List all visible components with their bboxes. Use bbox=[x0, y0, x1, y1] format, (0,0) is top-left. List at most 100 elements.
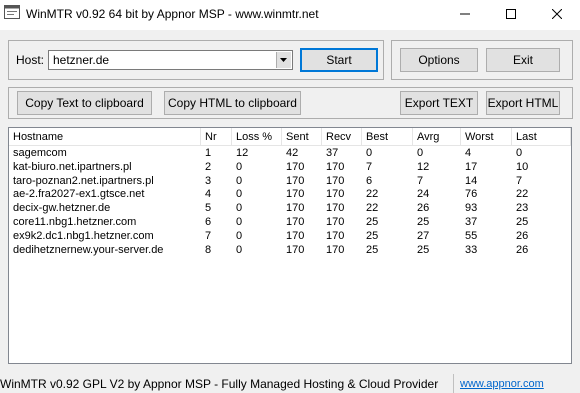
cell-loss: 0 bbox=[236, 174, 243, 187]
column-header-loss[interactable]: Loss % bbox=[232, 128, 282, 146]
host-label: Host: bbox=[16, 53, 45, 67]
start-button[interactable]: Start bbox=[300, 48, 378, 72]
cell-loss: 0 bbox=[236, 216, 243, 228]
app-icon bbox=[4, 5, 20, 19]
cell-avrg: 25 bbox=[417, 216, 430, 228]
cell-recv: 37 bbox=[326, 147, 339, 159]
cell-loss: 0 bbox=[236, 202, 243, 215]
cell-recv: 170 bbox=[326, 216, 345, 228]
cell-loss: 0 bbox=[236, 243, 243, 256]
table-row[interactable]: core11.nbg1.hetzner.com 6 0 170 170 25 25 37 25 bbox=[9, 216, 571, 229]
cell-last: 23 bbox=[516, 202, 529, 215]
cell-nr: 8 bbox=[205, 243, 212, 256]
column-header-best[interactable]: Best bbox=[362, 128, 413, 146]
cell-recv: 170 bbox=[326, 229, 345, 242]
cell-best: 25 bbox=[366, 216, 379, 228]
table-row[interactable]: kat-biuro.net.ipartners.pl 2 0 170 170 7 12 17 1… bbox=[9, 161, 571, 174]
cell-last: 10 bbox=[516, 160, 529, 173]
close-button[interactable] bbox=[534, 0, 580, 30]
host-combobox[interactable]: hetzner.de bbox=[48, 50, 293, 70]
table-row[interactable]: ae-2.fra2027-ex1.gtsce.net 4 0 170 170 22 24 76… bbox=[9, 188, 571, 201]
table-header: Hostname Nr Loss % Sent Recv Best Avrg W… bbox=[9, 128, 571, 146]
cell-avrg: 25 bbox=[417, 243, 430, 256]
cell-hostname: sagemcom bbox=[13, 147, 67, 159]
cell-avrg: 27 bbox=[417, 229, 430, 242]
cell-avrg: 7 bbox=[417, 174, 424, 187]
cell-hostname: decix-gw.hetzner.de bbox=[13, 202, 111, 215]
cell-loss: 0 bbox=[236, 188, 243, 201]
cell-sent: 170 bbox=[286, 202, 305, 215]
cell-loss: 0 bbox=[236, 229, 243, 242]
cell-recv: 170 bbox=[326, 243, 345, 256]
cell-last: 26 bbox=[516, 243, 529, 256]
cell-recv: 170 bbox=[326, 174, 345, 187]
host-input[interactable]: hetzner.de bbox=[53, 53, 109, 67]
cell-nr: 2 bbox=[205, 160, 212, 173]
results-table[interactable]: Hostname Nr Loss % Sent Recv Best Avrg W… bbox=[8, 127, 572, 364]
cell-last: 0 bbox=[516, 147, 523, 159]
options-button[interactable]: Options bbox=[400, 48, 478, 72]
cell-last: 22 bbox=[516, 188, 529, 201]
cell-hostname: ex9k2.dc1.nbg1.hetzner.com bbox=[13, 229, 154, 242]
title-bar: WinMTR v0.92 64 bit by Appnor MSP - www.… bbox=[0, 0, 580, 30]
cell-best: 25 bbox=[366, 243, 379, 256]
cell-sent: 170 bbox=[286, 216, 305, 228]
appnor-link[interactable]: www.appnor.com bbox=[460, 378, 544, 390]
cell-best: 22 bbox=[366, 202, 379, 215]
cell-loss: 12 bbox=[236, 147, 249, 159]
cell-hostname: taro-poznan2.net.ipartners.pl bbox=[13, 174, 154, 187]
cell-nr: 5 bbox=[205, 202, 212, 215]
cell-sent: 170 bbox=[286, 160, 305, 173]
dropdown-arrow-button[interactable] bbox=[276, 52, 291, 68]
copy-text-button[interactable]: Copy Text to clipboard bbox=[17, 91, 152, 115]
minimize-button[interactable] bbox=[442, 0, 488, 30]
status-bar: WinMTR v0.92 GPL V2 by Appnor MSP - Full… bbox=[0, 374, 580, 393]
export-html-button[interactable]: Export HTML bbox=[486, 91, 560, 115]
column-header-hostname[interactable]: Hostname bbox=[9, 128, 201, 146]
cell-best: 7 bbox=[366, 160, 373, 173]
cell-worst: 76 bbox=[465, 188, 478, 201]
cell-sent: 170 bbox=[286, 243, 305, 256]
cell-recv: 170 bbox=[326, 188, 345, 201]
cell-sent: 170 bbox=[286, 174, 305, 187]
cell-sent: 170 bbox=[286, 229, 305, 242]
cell-avrg: 24 bbox=[417, 188, 430, 201]
column-header-recv[interactable]: Recv bbox=[322, 128, 362, 146]
cell-last: 7 bbox=[516, 174, 523, 187]
cell-best: 0 bbox=[366, 147, 373, 159]
cell-recv: 170 bbox=[326, 202, 345, 215]
cell-worst: 93 bbox=[465, 202, 478, 215]
column-header-sent[interactable]: Sent bbox=[282, 128, 322, 146]
cell-nr: 7 bbox=[205, 229, 212, 242]
exit-button[interactable]: Exit bbox=[486, 48, 560, 72]
maximize-button[interactable] bbox=[488, 0, 534, 30]
maximize-icon bbox=[506, 8, 516, 22]
cell-worst: 33 bbox=[465, 243, 478, 256]
column-header-nr[interactable]: Nr bbox=[201, 128, 232, 146]
cell-worst: 17 bbox=[465, 160, 478, 173]
table-row[interactable]: ex9k2.dc1.nbg1.hetzner.com 7 0 170 170 25 27 55… bbox=[9, 230, 571, 243]
cell-worst: 55 bbox=[465, 229, 478, 242]
cell-best: 6 bbox=[366, 174, 373, 187]
table-row[interactable]: dedihetznernew.your-server.de 8 0 170 170 25 2… bbox=[9, 244, 571, 257]
copy-html-button[interactable]: Copy HTML to clipboard bbox=[164, 91, 301, 115]
table-row[interactable]: sagemcom 1 12 42 37 0 0 4 0 bbox=[9, 147, 571, 160]
column-header-last[interactable]: Last bbox=[512, 128, 571, 146]
status-divider bbox=[453, 374, 454, 393]
cell-worst: 4 bbox=[465, 147, 472, 159]
cell-nr: 6 bbox=[205, 216, 212, 228]
status-text: WinMTR v0.92 GPL V2 by Appnor MSP - Full… bbox=[0, 377, 439, 391]
cell-best: 25 bbox=[366, 229, 379, 242]
column-header-worst[interactable]: Worst bbox=[461, 128, 512, 146]
export-text-button[interactable]: Export TEXT bbox=[400, 91, 478, 115]
cell-avrg: 0 bbox=[417, 147, 424, 159]
cell-nr: 4 bbox=[205, 188, 212, 201]
table-row[interactable]: taro-poznan2.net.ipartners.pl 3 0 170 170 6 7 1… bbox=[9, 175, 571, 188]
cell-sent: 170 bbox=[286, 188, 305, 201]
cell-loss: 0 bbox=[236, 160, 243, 173]
table-row[interactable]: decix-gw.hetzner.de 5 0 170 170 22 26 93 23 bbox=[9, 202, 571, 215]
cell-hostname: ae-2.fra2027-ex1.gtsce.net bbox=[13, 188, 145, 201]
cell-avrg: 26 bbox=[417, 202, 430, 215]
close-icon bbox=[551, 8, 563, 22]
column-header-avrg[interactable]: Avrg bbox=[413, 128, 461, 146]
